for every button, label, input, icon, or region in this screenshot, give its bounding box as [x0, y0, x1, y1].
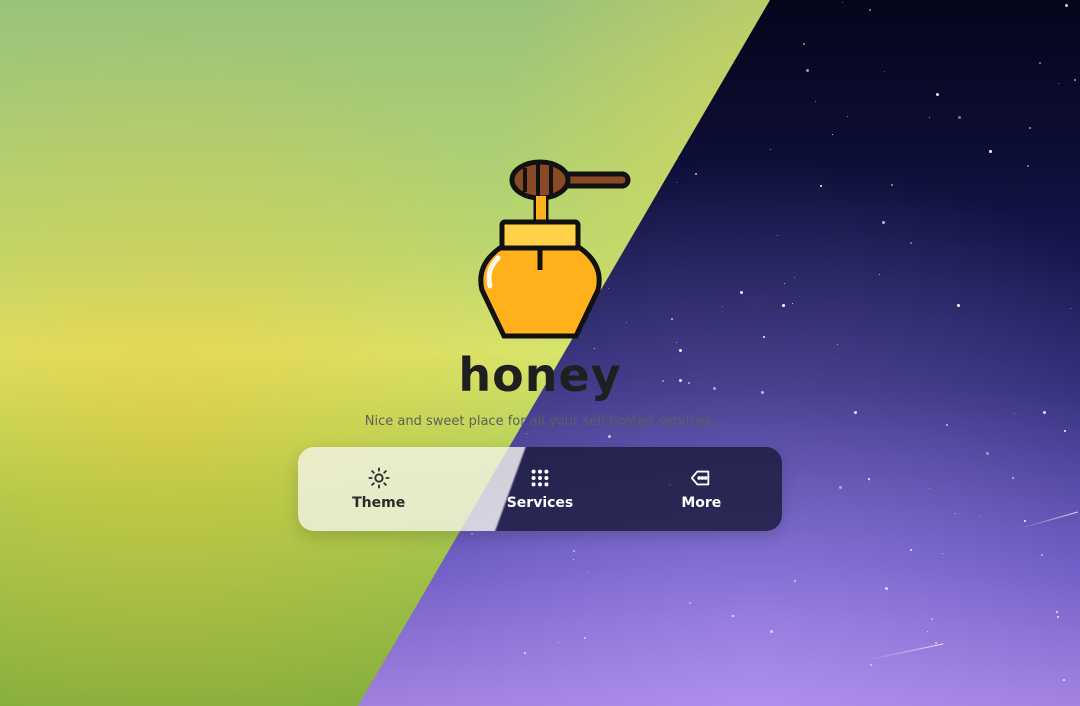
star	[792, 303, 793, 304]
star	[584, 637, 586, 639]
star	[979, 516, 980, 517]
sun-icon	[368, 467, 390, 489]
grid-icon	[529, 467, 551, 489]
menu-item-more[interactable]: More	[621, 447, 782, 531]
star	[839, 486, 842, 489]
menu-item-theme[interactable]: Theme	[298, 447, 459, 531]
star	[955, 513, 956, 514]
main-menu: Theme Services More	[298, 447, 782, 531]
star	[806, 69, 809, 72]
star	[868, 478, 870, 480]
star	[869, 9, 871, 11]
star	[558, 642, 559, 643]
star	[891, 184, 893, 186]
star	[1056, 611, 1058, 613]
star	[763, 336, 765, 338]
star	[869, 481, 870, 482]
star	[471, 533, 473, 535]
star	[1063, 679, 1065, 681]
star	[671, 318, 673, 320]
honey-pot-logo	[478, 159, 631, 339]
star	[837, 344, 838, 345]
star	[1039, 62, 1041, 64]
star	[740, 291, 743, 294]
star	[885, 587, 888, 590]
star	[815, 101, 816, 102]
star	[847, 116, 848, 117]
star	[929, 117, 930, 118]
menu-item-theme-label: Theme	[352, 495, 406, 511]
star	[832, 134, 833, 135]
star	[1029, 127, 1031, 129]
star	[936, 93, 939, 96]
star	[803, 43, 805, 45]
shooting-star	[864, 643, 944, 661]
star	[794, 277, 795, 278]
star	[989, 150, 992, 153]
app-tagline: Nice and sweet place for all your self-h…	[364, 414, 716, 429]
star	[879, 274, 880, 275]
star	[1024, 520, 1026, 522]
star	[722, 306, 723, 307]
star	[573, 559, 574, 560]
star	[524, 652, 526, 654]
star	[732, 615, 734, 617]
star	[695, 173, 697, 175]
shooting-star	[1019, 511, 1078, 529]
star	[1065, 4, 1068, 7]
star	[910, 549, 912, 551]
star	[676, 342, 677, 343]
star	[1027, 165, 1029, 167]
star	[608, 435, 611, 438]
star	[870, 664, 872, 666]
star	[689, 602, 691, 604]
star	[884, 71, 885, 72]
star	[784, 283, 785, 284]
star	[526, 433, 527, 434]
menu-item-services-label: Services	[506, 495, 574, 511]
star	[1074, 79, 1076, 81]
app-title: honey	[458, 348, 622, 402]
star	[770, 630, 773, 633]
star	[573, 550, 575, 552]
menu-item-more-label: More	[681, 495, 722, 511]
star	[676, 182, 677, 183]
star	[942, 553, 943, 554]
tag-icon	[690, 467, 712, 489]
star	[1064, 430, 1066, 432]
menu-item-services[interactable]: Services	[459, 447, 620, 531]
star	[782, 304, 785, 307]
star	[929, 488, 930, 489]
star	[910, 242, 912, 244]
star	[882, 221, 885, 224]
star	[957, 304, 960, 307]
star	[1012, 477, 1014, 479]
star	[931, 618, 933, 620]
star	[820, 185, 822, 187]
star	[927, 631, 928, 632]
star	[587, 572, 588, 573]
star	[1058, 83, 1059, 84]
star	[777, 235, 778, 236]
star	[770, 149, 771, 150]
star	[1057, 616, 1059, 618]
star	[1070, 308, 1071, 309]
star	[1041, 554, 1043, 556]
star	[794, 580, 796, 582]
star	[842, 2, 843, 3]
star	[958, 116, 961, 119]
star	[986, 452, 989, 455]
